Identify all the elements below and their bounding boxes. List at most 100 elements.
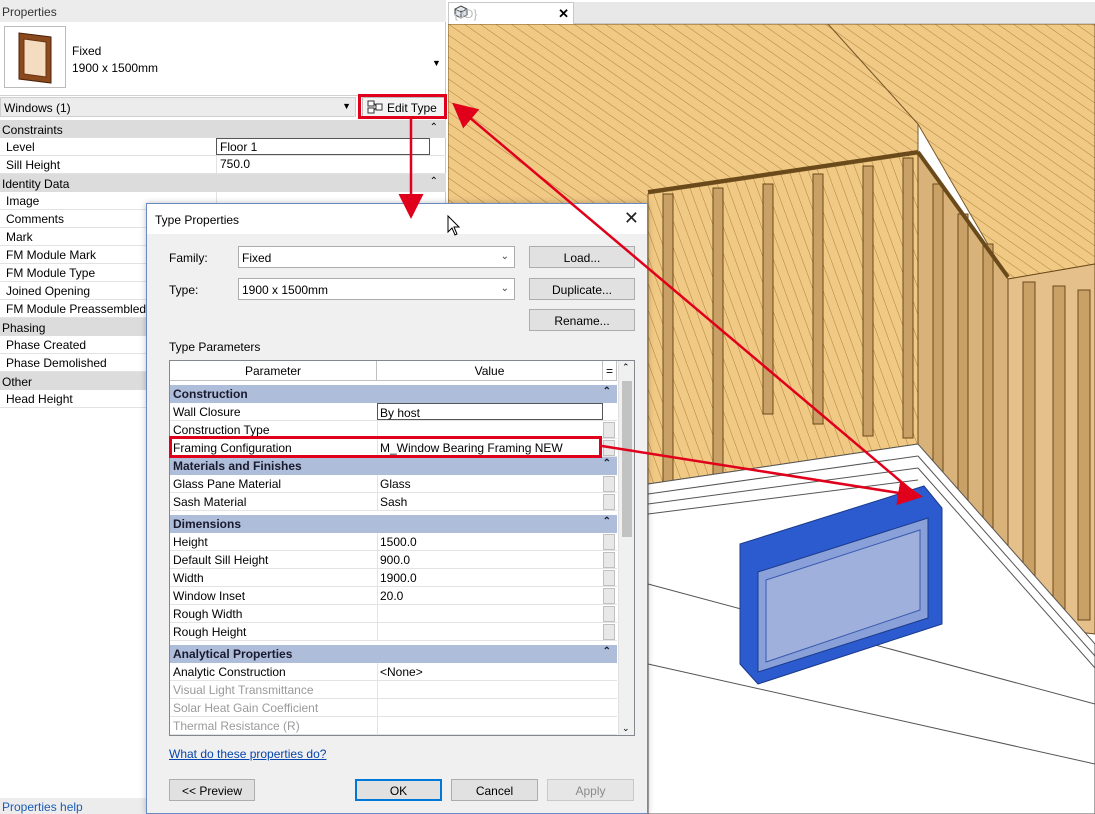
param-value[interactable]: 20.0 bbox=[377, 587, 603, 604]
param-row[interactable]: Glass Pane Material Glass bbox=[170, 475, 617, 493]
type-selector[interactable]: Fixed 1900 x 1500mm ▼ bbox=[0, 22, 446, 96]
param-label: Thermal Resistance (R) bbox=[173, 719, 300, 733]
section-dimensions[interactable]: Dimensions ⌃ bbox=[170, 515, 617, 533]
level-field[interactable]: Floor 1 bbox=[216, 138, 430, 155]
formula-cell[interactable] bbox=[603, 570, 615, 586]
param-row[interactable]: Wall Closure By host bbox=[170, 403, 617, 421]
param-row[interactable]: Thermal Resistance (R) bbox=[170, 717, 617, 735]
param-row[interactable]: Height 1500.0 bbox=[170, 533, 617, 551]
param-label: Visual Light Transmittance bbox=[173, 683, 314, 697]
close-icon[interactable]: ✕ bbox=[624, 208, 639, 229]
scroll-up-icon[interactable]: ⌃ bbox=[622, 362, 630, 373]
type-label: Type: bbox=[169, 283, 199, 297]
formula-cell[interactable] bbox=[603, 422, 615, 438]
collapse-icon[interactable]: ⌃ bbox=[603, 646, 611, 657]
apply-button[interactable]: Apply bbox=[547, 779, 634, 801]
collapse-icon[interactable]: ⌃ bbox=[603, 386, 611, 397]
param-value[interactable]: By host bbox=[377, 403, 603, 420]
parameter-grid[interactable]: Parameter Value = Construction ⌃ Wall Cl… bbox=[169, 360, 635, 736]
param-row[interactable]: Rough Height bbox=[170, 623, 617, 641]
section-materials[interactable]: Materials and Finishes ⌃ bbox=[170, 457, 617, 475]
rename-button[interactable]: Rename... bbox=[529, 309, 635, 331]
collapse-icon[interactable]: ⌃ bbox=[430, 176, 438, 187]
view-tab-label: {3D} bbox=[454, 6, 478, 21]
section-label: Construction bbox=[173, 387, 248, 401]
param-value[interactable] bbox=[377, 717, 603, 734]
type-select[interactable]: 1900 x 1500mm ⌄ bbox=[238, 278, 515, 300]
highlight-box bbox=[358, 94, 447, 119]
param-label: Wall Closure bbox=[173, 405, 241, 419]
group-identity-data[interactable]: Identity Data ⌃ bbox=[0, 174, 446, 192]
prop-label: Phase Created bbox=[6, 338, 87, 352]
formula-cell[interactable] bbox=[603, 534, 615, 550]
param-row[interactable]: Window Inset 20.0 bbox=[170, 587, 617, 605]
instance-filter[interactable]: Windows (1) ▼ bbox=[0, 97, 356, 117]
formula-cell[interactable] bbox=[603, 606, 615, 622]
section-construction[interactable]: Construction ⌃ bbox=[170, 385, 617, 403]
family-select[interactable]: Fixed ⌄ bbox=[238, 246, 515, 268]
view-tab-3d[interactable]: {3D} ✕ bbox=[448, 2, 574, 24]
formula-cell[interactable] bbox=[603, 624, 615, 640]
param-label: Rough Width bbox=[173, 607, 243, 621]
collapse-icon[interactable]: ⌃ bbox=[603, 516, 611, 527]
duplicate-button[interactable]: Duplicate... bbox=[529, 278, 635, 300]
param-row[interactable]: Width 1900.0 bbox=[170, 569, 617, 587]
param-row[interactable]: Default Sill Height 900.0 bbox=[170, 551, 617, 569]
param-row[interactable]: Rough Width bbox=[170, 605, 617, 623]
formula-cell[interactable] bbox=[603, 552, 615, 568]
type-parameters-label: Type Parameters bbox=[169, 340, 261, 354]
prop-value[interactable]: 750.0 bbox=[216, 156, 430, 173]
prop-label: Image bbox=[6, 194, 40, 208]
param-label: Window Inset bbox=[173, 589, 246, 603]
formula-cell[interactable] bbox=[603, 588, 615, 604]
column-header-formula[interactable]: = bbox=[603, 361, 617, 381]
properties-help-link[interactable]: What do these properties do? bbox=[169, 747, 326, 761]
load-button[interactable]: Load... bbox=[529, 246, 635, 268]
param-row[interactable]: Solar Heat Gain Coefficient bbox=[170, 699, 617, 717]
scroll-down-icon[interactable]: ⌄ bbox=[622, 723, 630, 734]
formula-cell[interactable] bbox=[603, 476, 615, 492]
preview-button[interactable]: << Preview bbox=[169, 779, 255, 801]
param-value[interactable]: Glass bbox=[377, 475, 603, 492]
param-row[interactable]: Sash Material Sash bbox=[170, 493, 617, 511]
column-header-value[interactable]: Value bbox=[377, 361, 603, 381]
view-tab-bar bbox=[574, 2, 1095, 24]
param-label: Construction Type bbox=[173, 423, 270, 437]
group-constraints[interactable]: Constraints ⌃ bbox=[0, 120, 446, 138]
scrollbar-thumb[interactable] bbox=[622, 381, 632, 537]
grid-scrollbar[interactable]: ⌃ ⌄ bbox=[618, 361, 634, 735]
ok-button[interactable]: OK bbox=[355, 779, 442, 801]
close-icon[interactable]: ✕ bbox=[558, 6, 569, 22]
param-value[interactable] bbox=[377, 681, 603, 698]
section-label: Dimensions bbox=[173, 517, 242, 531]
prop-row[interactable]: Level Floor 1 bbox=[0, 138, 446, 156]
param-value[interactable]: 900.0 bbox=[377, 551, 603, 568]
param-value[interactable]: 1500.0 bbox=[377, 533, 603, 550]
family-label: Family: bbox=[169, 251, 208, 265]
formula-cell[interactable] bbox=[603, 440, 615, 456]
param-row[interactable]: Visual Light Transmittance bbox=[170, 681, 617, 699]
section-analytical[interactable]: Analytical Properties ⌃ bbox=[170, 645, 617, 663]
section-label: Analytical Properties bbox=[173, 647, 293, 661]
prop-label: FM Module Preassembled bbox=[6, 302, 147, 316]
param-value[interactable] bbox=[377, 623, 603, 640]
chevron-down-icon[interactable]: ▼ bbox=[342, 101, 351, 111]
chevron-down-icon[interactable]: ▼ bbox=[432, 58, 441, 68]
param-value[interactable]: Sash bbox=[377, 493, 603, 510]
group-label: Phasing bbox=[2, 321, 46, 335]
param-value[interactable] bbox=[377, 699, 603, 716]
cancel-button[interactable]: Cancel bbox=[451, 779, 538, 801]
group-label: Identity Data bbox=[2, 177, 70, 191]
chevron-down-icon: ⌄ bbox=[500, 283, 509, 294]
group-label: Constraints bbox=[2, 123, 63, 137]
formula-cell[interactable] bbox=[603, 494, 615, 510]
column-header-parameter[interactable]: Parameter bbox=[170, 361, 377, 381]
collapse-icon[interactable]: ⌃ bbox=[603, 458, 611, 469]
prop-row[interactable]: Sill Height 750.0 bbox=[0, 156, 446, 174]
param-label: Width bbox=[173, 571, 204, 585]
collapse-icon[interactable]: ⌃ bbox=[430, 122, 438, 133]
param-value[interactable]: <None> bbox=[377, 663, 603, 680]
param-row[interactable]: Analytic Construction <None> bbox=[170, 663, 617, 681]
param-value[interactable]: 1900.0 bbox=[377, 569, 603, 586]
param-value[interactable] bbox=[377, 605, 603, 622]
